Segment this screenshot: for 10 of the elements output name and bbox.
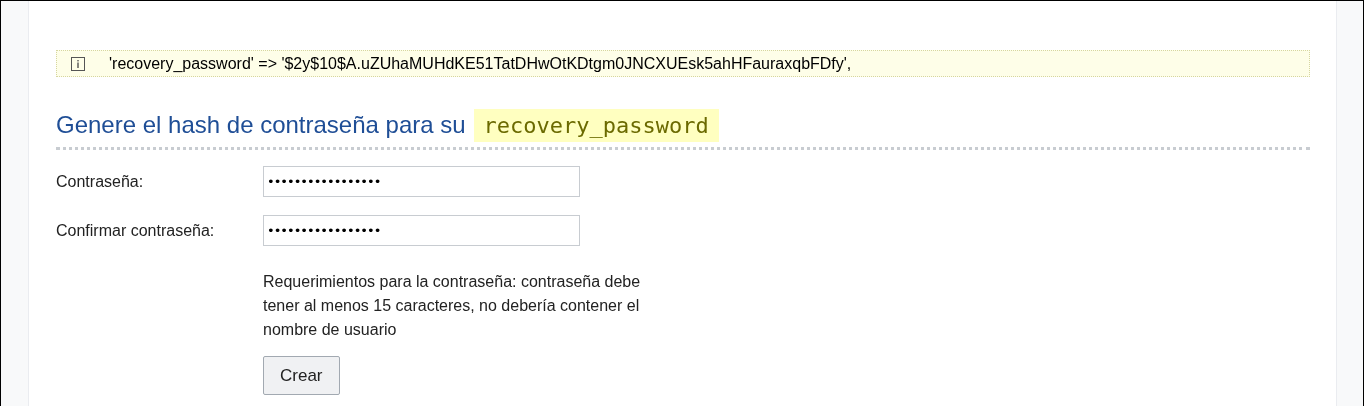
create-button[interactable]: Crear [263,356,340,395]
password-field[interactable]: ••••••••••••••••• [263,166,580,197]
requirements-text: Requerimientos para la contraseña: contraseña debe tener al menos 15 caracteres, no debería contener el nombre de usuario [263,272,642,340]
section-heading: Genere el hash de contraseña para su [56,111,466,139]
field-label: Confirmar contraseña: [56,220,216,241]
code-label: recovery_password [473,108,719,142]
password-field[interactable]: ••••••••••••••••• [263,215,580,246]
info-icon [71,56,85,71]
notice-text: 'recovery_password' => '$2y$10$A.uZUhaMUHdKE51TatDHwOtKDtgm0JNCXUEsk5ahHFauraxqbFDfy', [109,54,852,73]
field-label: Contraseña: [56,171,145,192]
